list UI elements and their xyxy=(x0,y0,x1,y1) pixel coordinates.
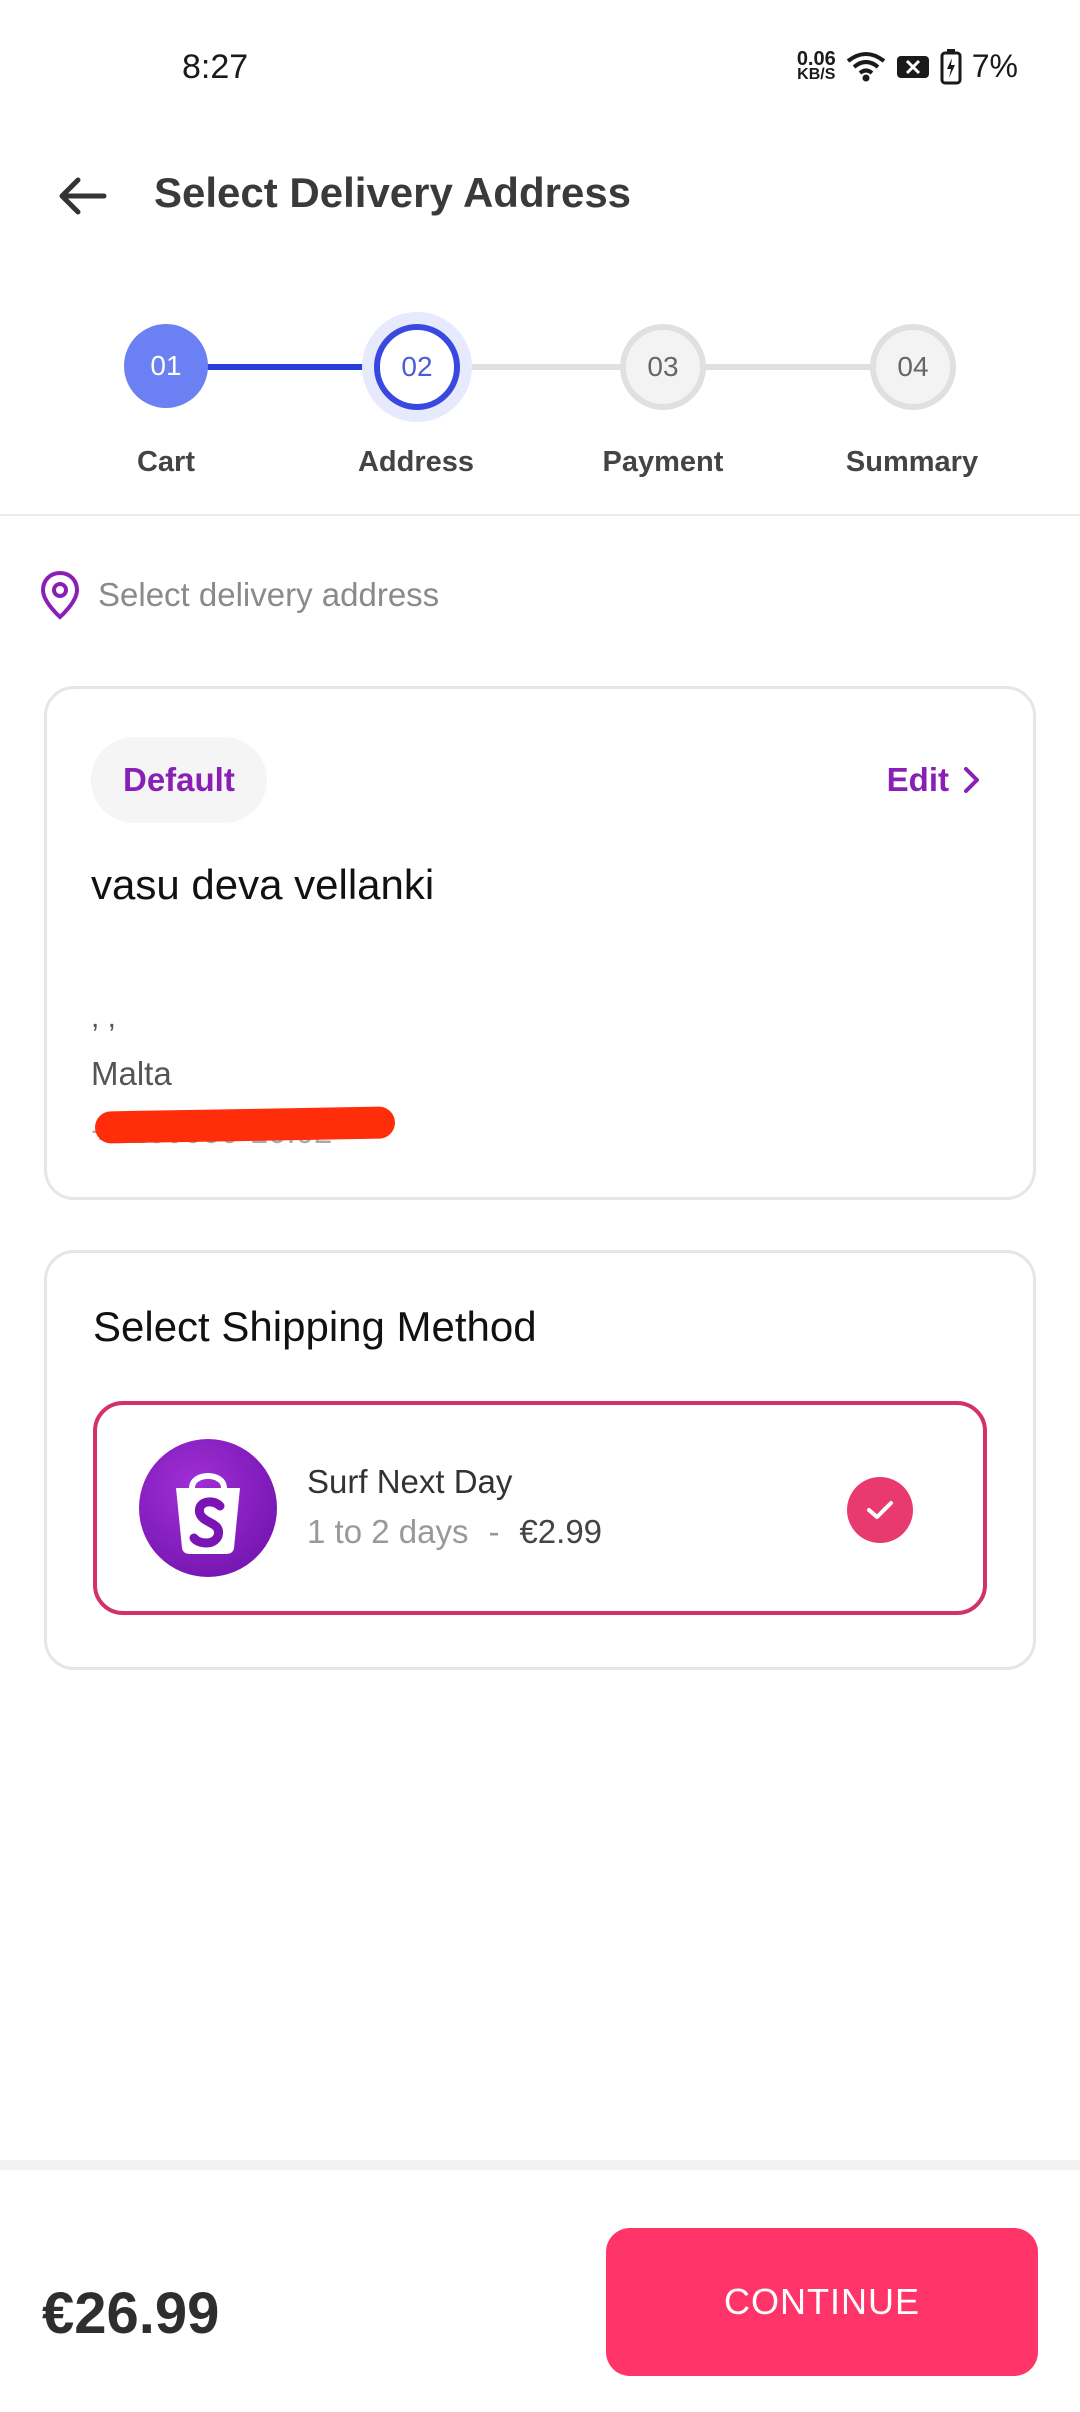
edit-address-button[interactable]: Edit xyxy=(887,761,981,799)
chevron-right-icon xyxy=(964,767,979,793)
redaction-mark xyxy=(94,1106,396,1144)
location-pin-icon xyxy=(40,570,80,620)
step-circle-address[interactable]: 02 xyxy=(374,324,460,410)
address-country: Malta xyxy=(91,1055,172,1092)
address-recipient-name: vasu deva vellanki xyxy=(91,861,435,908)
select-address-prompt[interactable]: Select delivery address xyxy=(40,570,439,620)
shipping-option-surf-next-day[interactable]: Surf Next Day 1 to 2 days - €2.99 xyxy=(93,1401,987,1615)
edit-label: Edit xyxy=(886,761,949,798)
battery-percentage: 7% xyxy=(971,48,1018,84)
shipping-price: €2.99 xyxy=(519,1513,603,1550)
step-circle-payment[interactable]: 03 xyxy=(620,324,706,410)
step-label-cart: Cart xyxy=(136,446,195,478)
shopping-bag-logo-icon xyxy=(139,1439,277,1577)
shipping-method-card: Select Shipping Method Surf Next Day 1 t… xyxy=(44,1250,1036,1670)
shipping-duration: 1 to 2 days xyxy=(307,1513,469,1550)
status-time: 8:27 xyxy=(182,48,249,86)
step-circle-summary[interactable]: 04 xyxy=(870,324,956,410)
select-address-label: Select delivery address xyxy=(98,576,440,613)
shipping-option-details: 1 to 2 days - €2.99 xyxy=(307,1513,602,1551)
address-line: , , xyxy=(91,1001,117,1034)
wifi-icon xyxy=(846,51,885,81)
selected-check-icon[interactable] xyxy=(847,1477,913,1543)
shipping-method-title: Select Shipping Method xyxy=(93,1303,537,1350)
status-icons: 0.06 KB/S 7% xyxy=(797,48,1018,85)
checkout-footer: €26.99 CONTINUE xyxy=(0,2160,1080,2412)
battery-charging-icon xyxy=(940,48,962,84)
back-button[interactable] xyxy=(46,160,118,232)
step-label-summary: Summary xyxy=(845,446,979,478)
checkout-stepper: 01 02 03 04 Cart Address Payment Summary xyxy=(0,300,1080,516)
continue-button[interactable]: CONTINUE xyxy=(606,2228,1038,2376)
shipping-option-name: Surf Next Day xyxy=(307,1463,513,1500)
order-total: €26.99 xyxy=(42,2281,220,2346)
step-circle-cart[interactable]: 01 xyxy=(124,324,208,408)
status-bar: 8:27 0.06 KB/S 7% xyxy=(0,0,1080,140)
no-sim-icon xyxy=(896,55,929,78)
app-header: Select Delivery Address xyxy=(0,140,1080,270)
shipping-separator: - xyxy=(488,1513,500,1550)
address-card[interactable]: Default Edit vasu deva vellanki , , Malt… xyxy=(44,686,1036,1200)
default-badge: Default xyxy=(91,737,267,823)
page-title: Select Delivery Address xyxy=(154,169,632,216)
network-speed: 0.06 KB/S xyxy=(796,47,836,83)
arrow-left-icon xyxy=(59,177,107,215)
step-label-address: Address xyxy=(357,446,475,478)
step-label-payment: Payment xyxy=(602,446,724,478)
